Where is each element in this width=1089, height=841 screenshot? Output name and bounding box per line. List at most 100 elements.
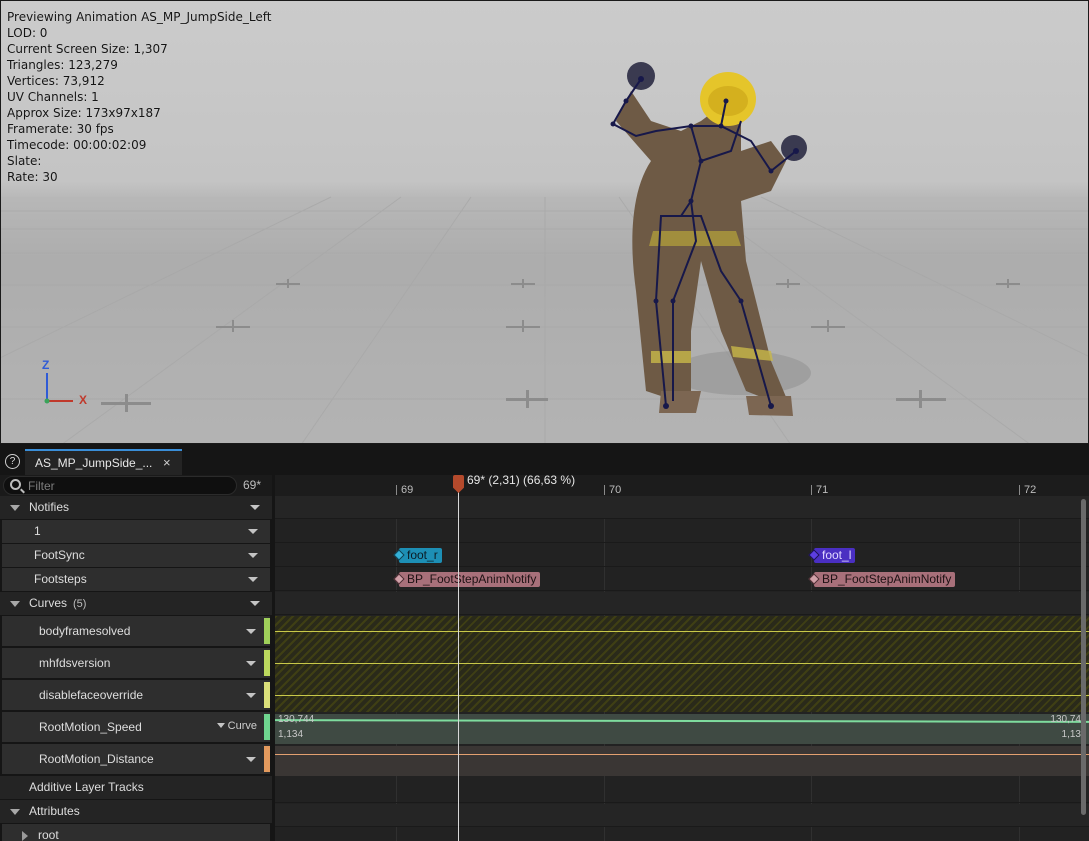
frame-label: 69 [401, 484, 414, 496]
track-label: 1 [34, 524, 41, 538]
filter-input[interactable] [28, 478, 228, 494]
curve-label: mhfdsversion [39, 656, 111, 670]
info-line: Previewing Animation AS_MP_JumpSide_Left [7, 10, 272, 24]
info-line: UV Channels: 1 [7, 90, 99, 104]
curve-value-min: 1,13 [1061, 729, 1081, 740]
curve-line-mhfdsversion [275, 663, 1089, 664]
tab-label: AS_MP_JumpSide_... [35, 456, 153, 470]
notify-label: BP_FootStepAnimNotify [407, 572, 537, 586]
timeline-row-footsync[interactable]: foot_r foot_l [275, 544, 1089, 567]
collapse-caret-icon[interactable] [10, 505, 20, 511]
chevron-down-icon[interactable] [248, 529, 258, 534]
playhead-line [458, 485, 459, 841]
curve-area-rootmotion-speed[interactable]: 130,744 1,134 130,74 1,13 [275, 714, 1089, 744]
info-line: LOD: 0 [7, 26, 48, 40]
curve-track-disablefaceoverride[interactable]: disablefaceoverride [2, 680, 270, 710]
axis-gizmo: Z X [31, 357, 101, 417]
current-frame-field[interactable]: 69* [243, 478, 261, 492]
chevron-down-icon[interactable] [248, 577, 258, 582]
notify-label: foot_r [407, 548, 438, 562]
curves-header-label: Curves [29, 596, 68, 610]
curve-type-dropdown[interactable]: Curve [217, 720, 257, 732]
attribute-label: root [38, 828, 59, 841]
frame-tick [604, 485, 605, 495]
time-ruler[interactable]: 69 70 71 72 [275, 475, 1089, 496]
attribute-root[interactable]: root [2, 824, 270, 841]
notify-footstep[interactable]: BP_FootStepAnimNotify [808, 572, 956, 587]
animation-viewport[interactable]: Previewing Animation AS_MP_JumpSide_Left… [0, 0, 1089, 444]
timeline-row-additive [275, 780, 1089, 803]
curve-track-mhfdsversion[interactable]: mhfdsversion [2, 648, 270, 678]
chevron-down-icon[interactable] [250, 505, 260, 510]
curve-area-rootmotion-distance[interactable] [275, 746, 1089, 776]
notify-foot-l[interactable]: foot_l [808, 548, 856, 563]
collapse-caret-icon[interactable] [10, 601, 20, 607]
notify-track-footsync[interactable]: FootSync [2, 544, 270, 567]
additive-header: Additive Layer Tracks [29, 780, 144, 794]
notify-diamond-icon [393, 573, 405, 585]
playhead-label: 69* (2,31) (66,63 %) [467, 475, 576, 487]
curve-color-swatch[interactable] [264, 746, 270, 772]
chevron-down-icon[interactable] [246, 661, 256, 666]
curves-count: (5) [73, 598, 87, 610]
chevron-down-icon[interactable] [250, 601, 260, 606]
curve-track-bodyframesolved[interactable]: bodyframesolved [2, 616, 270, 646]
curve-color-swatch[interactable] [264, 682, 270, 708]
curve-color-swatch[interactable] [264, 714, 270, 740]
viewport-info-overlay: Previewing Animation AS_MP_JumpSide_Left… [7, 9, 271, 185]
curve-line-rootmotion-distance [275, 754, 1089, 755]
timeline-row-curves [275, 592, 1089, 615]
timeline-row-footsteps[interactable]: BP_FootStepAnimNotify BP_FootStepAnimNot… [275, 568, 1089, 591]
notifies-section[interactable]: Notifies [0, 496, 272, 519]
frame-label: 72 [1024, 484, 1037, 496]
curve-color-swatch[interactable] [264, 650, 270, 676]
help-icon[interactable]: ? [5, 454, 20, 469]
notifies-header: Notifies [29, 500, 70, 514]
info-line: Triangles: 123,279 [7, 58, 118, 72]
frame-tick [1019, 485, 1020, 495]
timeline-panel[interactable]: 69 70 71 72 foot_r foot_l BP_FootStepAni… [275, 475, 1089, 841]
info-line: Framerate: 30 fps [7, 122, 114, 136]
info-line: Timecode: 00:00:02:09 [7, 138, 147, 152]
curve-value-min: 1,134 [278, 729, 304, 740]
curves-section[interactable]: Curves (5) [0, 592, 272, 615]
tab-anim-sequence[interactable]: AS_MP_JumpSide_... × [25, 449, 182, 475]
curve-label: RootMotion_Distance [39, 752, 154, 766]
expand-caret-icon[interactable] [22, 831, 28, 841]
curve-label: RootMotion_Speed [39, 720, 142, 734]
curve-label: bodyframesolved [39, 624, 131, 638]
curve-label: disablefaceoverride [39, 688, 144, 702]
sequencer-tab-bar: ? AS_MP_JumpSide_... × [0, 447, 1089, 475]
info-line: Rate: 30 [7, 170, 58, 184]
notify-diamond-icon [808, 573, 820, 585]
curve-track-rootmotion-speed[interactable]: RootMotion_Speed Curve [2, 712, 270, 742]
info-line: Approx Size: 173x97x187 [7, 106, 161, 120]
chevron-down-icon[interactable] [246, 693, 256, 698]
notify-diamond-icon [393, 549, 405, 561]
search-icon [10, 479, 21, 490]
chevron-down-icon[interactable] [248, 553, 258, 558]
curve-color-swatch[interactable] [264, 618, 270, 644]
filter-box[interactable] [3, 476, 237, 495]
collapse-caret-icon[interactable] [10, 809, 20, 815]
vertical-scrollbar[interactable] [1081, 499, 1086, 815]
notify-track-footsteps[interactable]: Footsteps [2, 568, 270, 591]
additive-layer-section[interactable]: Additive Layer Tracks [0, 776, 272, 799]
filter-row: 69* [0, 475, 272, 496]
close-icon[interactable]: × [163, 455, 171, 470]
notify-foot-r[interactable]: foot_r [393, 548, 442, 563]
attributes-section[interactable]: Attributes [0, 800, 272, 823]
timeline-row-notify-1[interactable] [275, 520, 1089, 543]
notify-track-1[interactable]: 1 [2, 520, 270, 543]
curves-header: Curves (5) [29, 596, 86, 610]
curve-line-bodyframesolved [275, 631, 1089, 632]
chevron-down-icon[interactable] [246, 629, 256, 634]
timeline-row-attributes [275, 804, 1089, 827]
curve-value-max: 130,744 [278, 714, 315, 725]
curve-track-rootmotion-distance[interactable]: RootMotion_Distance [2, 744, 270, 774]
notify-footstep[interactable]: BP_FootStepAnimNotify [393, 572, 541, 587]
notify-diamond-icon [808, 549, 820, 561]
chevron-down-icon[interactable] [246, 757, 256, 762]
frame-tick [811, 485, 812, 495]
info-line: Current Screen Size: 1,307 [7, 42, 168, 56]
